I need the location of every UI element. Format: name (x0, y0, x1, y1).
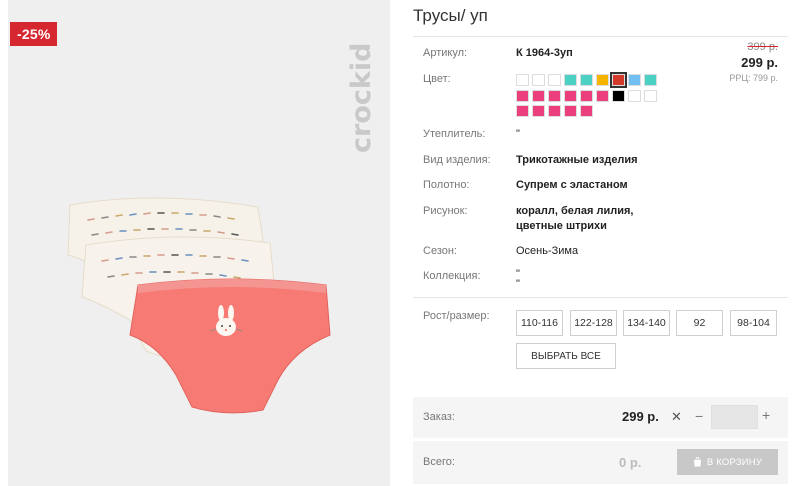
old-price: 399 р. (747, 41, 778, 53)
color-swatch[interactable] (532, 74, 545, 86)
add-to-cart-button[interactable]: В КОРЗИНУ (677, 449, 778, 475)
size-option-92[interactable]: 92 (676, 310, 723, 336)
total-bar: Всего: 0 р. В КОРЗИНУ (413, 441, 788, 484)
size-option-122-128[interactable]: 122-128 (570, 310, 617, 336)
color-label: Цвет: (423, 73, 451, 85)
color-swatch[interactable] (580, 105, 593, 117)
color-swatch[interactable] (596, 74, 609, 86)
rrp-price: РРЦ: 799 р. (729, 73, 778, 83)
color-swatch[interactable] (548, 90, 561, 102)
article-value: К 1964-3уп (516, 47, 573, 59)
color-swatch[interactable] (596, 90, 609, 102)
pattern-value-line2: цветные штрихи (516, 220, 607, 232)
decrement-button[interactable]: − (695, 408, 703, 424)
increment-button[interactable]: + (762, 407, 770, 423)
pattern-label: Рисунок: (423, 205, 468, 217)
color-swatch[interactable] (644, 74, 657, 86)
color-swatch[interactable] (628, 90, 641, 102)
season-value: Осень-Зима (516, 245, 579, 257)
color-swatch[interactable] (516, 90, 529, 102)
current-price: 299 р. (741, 55, 778, 70)
insulation-label: Утеплитель: (423, 128, 486, 140)
order-bar: Заказ: 299 р. ✕ − + (413, 397, 788, 438)
color-swatch-selected[interactable] (610, 72, 627, 88)
color-swatch[interactable] (580, 90, 593, 102)
color-swatch[interactable] (580, 74, 593, 86)
color-swatch[interactable] (564, 74, 577, 86)
size-label: Рост/размер: (423, 310, 490, 322)
color-swatch[interactable] (564, 105, 577, 117)
brand-logo-text: crockid (346, 43, 377, 153)
discount-badge: -25% (10, 22, 58, 46)
color-swatch[interactable] (516, 105, 529, 117)
color-swatch[interactable] (644, 90, 657, 102)
product-photo: -25% crockid (8, 0, 390, 486)
color-swatch[interactable] (532, 90, 545, 102)
product-illustration (67, 197, 331, 414)
insulation-value: " (516, 128, 520, 140)
color-swatch[interactable] (628, 74, 641, 86)
type-value: Трикотажные изделия (516, 154, 638, 166)
color-swatch[interactable] (548, 74, 561, 86)
color-swatch[interactable] (532, 105, 545, 117)
color-swatch[interactable] (548, 105, 561, 117)
pattern-value-line1: коралл, белая лилия, (516, 205, 634, 217)
article-label: Артикул: (423, 47, 468, 59)
fabric-value: Супрем с эластаном (516, 179, 628, 191)
brand-logo-mark: crockid (346, 43, 377, 153)
divider-middle (413, 297, 788, 298)
fabric-label: Полотно: (423, 179, 470, 191)
color-swatch[interactable] (612, 90, 625, 102)
size-option-134-140[interactable]: 134-140 (623, 310, 670, 336)
total-price: 0 р. (619, 455, 642, 470)
order-label: Заказ: (423, 411, 455, 423)
bag-icon (693, 457, 701, 467)
add-to-cart-label: В КОРЗИНУ (706, 456, 763, 468)
size-option-110-116[interactable]: 110-116 (516, 310, 563, 336)
brand-logo: crockid (338, 18, 378, 158)
color-swatch[interactable] (564, 90, 577, 102)
collection-label: Коллекция: (423, 270, 481, 282)
type-label: Вид изделия: (423, 154, 491, 166)
order-price: 299 р. (622, 409, 659, 424)
divider-top (413, 36, 788, 37)
quantity-input[interactable] (711, 405, 758, 429)
select-all-button[interactable]: ВЫБРАТЬ ВСЕ (516, 343, 616, 369)
collection-value-line2: " (516, 278, 520, 290)
total-label: Всего: (423, 456, 455, 468)
size-option-98-104[interactable]: 98-104 (730, 310, 777, 336)
color-swatch[interactable] (516, 74, 529, 86)
clear-order-icon[interactable]: ✕ (671, 409, 682, 425)
season-label: Сезон: (423, 245, 457, 257)
product-title: Трусы/ уп (413, 6, 488, 25)
